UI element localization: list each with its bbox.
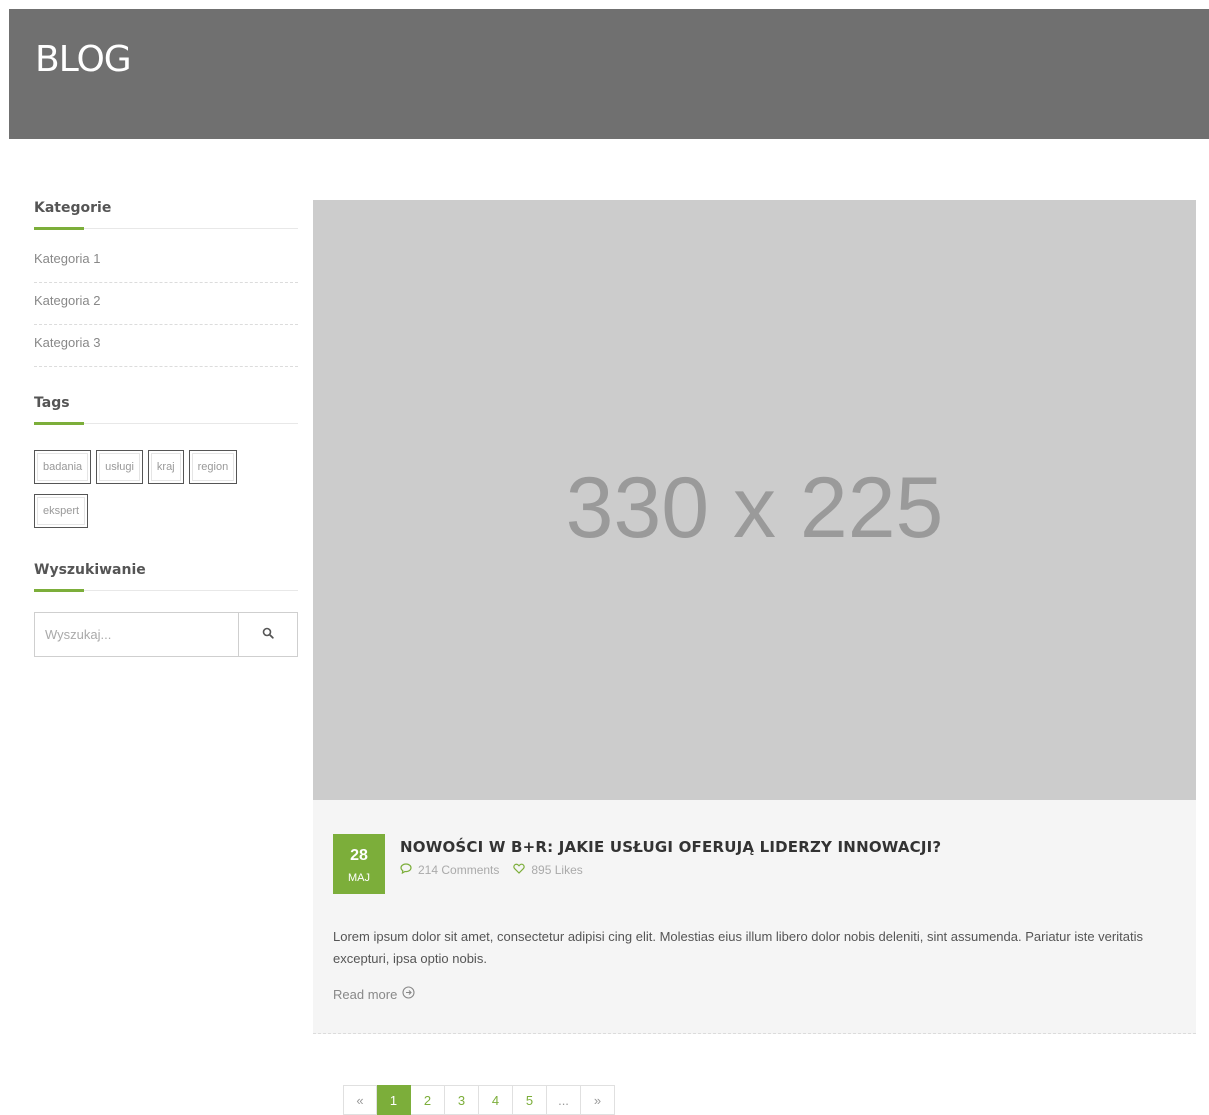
page-header: BLOG — [9, 9, 1209, 139]
pagination-page-1[interactable]: 1 — [377, 1085, 411, 1115]
tag-badania[interactable]: badania — [34, 450, 92, 484]
tags-widget: Tags badania usługi kraj region ekspert — [34, 395, 298, 528]
search-input[interactable] — [35, 613, 239, 656]
search-box — [34, 612, 298, 657]
categories-widget: Kategorie Kategoria 1 Kategoria 2 Katego… — [34, 200, 298, 367]
pagination-page-5[interactable]: 5 — [513, 1085, 547, 1115]
post-excerpt: Lorem ipsum dolor sit amet, consectetur … — [333, 929, 1143, 966]
tag-kraj[interactable]: kraj — [147, 450, 184, 484]
category-list: Kategoria 1 Kategoria 2 Kategoria 3 — [34, 241, 298, 367]
arrow-circle-right-icon — [397, 986, 415, 1002]
date-month: MAJ — [348, 872, 370, 884]
pagination-prev[interactable]: « — [343, 1085, 377, 1115]
category-item-1[interactable]: Kategoria 1 — [34, 241, 298, 283]
blog-post: 330 x 225 28 MAJ NOWOŚCI W B+R: JAKIE US… — [313, 200, 1196, 1034]
category-item-2[interactable]: Kategoria 2 — [34, 283, 298, 325]
tags-title: Tags — [34, 395, 298, 425]
heart-icon — [513, 863, 531, 877]
pagination: « 1 2 3 4 5 ... » — [343, 1085, 615, 1115]
category-item-3[interactable]: Kategoria 3 — [34, 325, 298, 367]
comments-count: 214 Comments — [418, 863, 500, 877]
comments-meta[interactable]: 214 Comments — [400, 863, 499, 877]
post-meta: 214 Comments 895 Likes — [400, 863, 597, 877]
tag-cloud: badania usługi kraj region ekspert — [34, 450, 284, 528]
date-day: 28 — [350, 847, 368, 864]
tag-region[interactable]: region — [188, 450, 238, 484]
likes-meta[interactable]: 895 Likes — [513, 863, 583, 877]
likes-count: 895 Likes — [531, 863, 583, 877]
post-image[interactable]: 330 x 225 — [313, 200, 1196, 800]
pagination-next[interactable]: » — [581, 1085, 615, 1115]
date-badge: 28 MAJ — [333, 834, 385, 894]
comment-icon — [400, 863, 418, 877]
pagination-ellipsis[interactable]: ... — [547, 1085, 581, 1115]
search-widget: Wyszukiwanie — [34, 562, 298, 657]
read-more-link[interactable]: Read more — [333, 986, 415, 1002]
tag-ekspert[interactable]: ekspert — [34, 494, 89, 528]
pagination-page-3[interactable]: 3 — [445, 1085, 479, 1115]
page-title: BLOG — [35, 39, 132, 80]
search-title: Wyszukiwanie — [34, 562, 298, 592]
pagination-page-2[interactable]: 2 — [411, 1085, 445, 1115]
search-icon — [262, 626, 274, 644]
image-placeholder-text: 330 x 225 — [565, 459, 944, 556]
search-button[interactable] — [239, 613, 297, 656]
post-title[interactable]: NOWOŚCI W B+R: JAKIE USŁUGI OFERUJĄ LIDE… — [400, 838, 941, 856]
sidebar: Kategorie Kategoria 1 Kategoria 2 Katego… — [34, 200, 298, 657]
categories-title: Kategorie — [34, 200, 298, 230]
read-more-label: Read more — [333, 986, 398, 1002]
tag-uslugi[interactable]: usługi — [96, 450, 143, 484]
pagination-page-4[interactable]: 4 — [479, 1085, 513, 1115]
